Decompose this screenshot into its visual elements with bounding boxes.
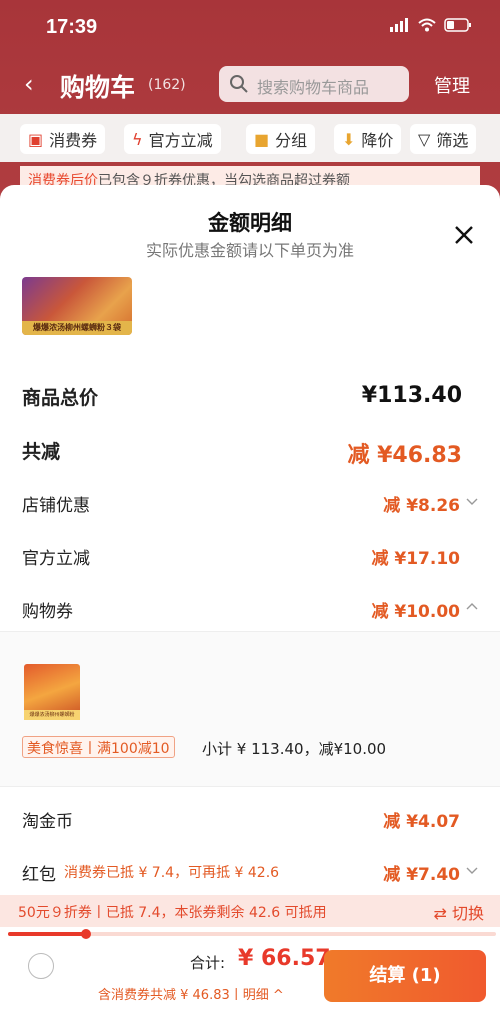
folder-icon: ■ bbox=[254, 129, 270, 149]
chevron-up-icon[interactable] bbox=[466, 601, 478, 613]
sheet-subtitle: 实际优惠金额请以下单页为准 bbox=[145, 241, 354, 260]
coupon-progress bbox=[8, 929, 496, 939]
filter-price-drop[interactable]: ⬇ 降价 bbox=[334, 124, 402, 154]
coupon-tag: 美食惊喜丨满100减10 bbox=[22, 736, 175, 758]
wifi-icon bbox=[418, 18, 436, 32]
filter-icon: ▽ bbox=[418, 129, 431, 149]
row-label: 店铺优惠 bbox=[22, 496, 90, 516]
filter-label: 官方立减 bbox=[148, 131, 213, 150]
search-input[interactable]: 搜索购物车商品 bbox=[219, 66, 409, 102]
sum-value: ¥ 66.57 bbox=[238, 946, 331, 971]
row-label: 官方立减 bbox=[22, 549, 90, 569]
price-down-icon: ⬇ bbox=[342, 129, 356, 149]
bottom-bar: 合计: ¥ 66.57 含消费券共减 ¥ 46.83丨明细 ^ 结算 (1) bbox=[0, 940, 500, 1012]
filter-filter[interactable]: ▽ 筛选 bbox=[410, 124, 477, 154]
row-label: 淘金币 bbox=[22, 812, 73, 832]
sheet-title: 金额明细 bbox=[208, 211, 292, 235]
filter-label: 降价 bbox=[361, 131, 394, 150]
signal-icon bbox=[390, 18, 408, 32]
battery-icon bbox=[444, 18, 471, 32]
coupon-icon: ▣ bbox=[28, 129, 44, 149]
product-thumbnail: 爆爆浓汤柳州螺蛳粉３袋 bbox=[22, 277, 132, 335]
amount-detail-sheet: 金额明细 实际优惠金额请以下单页为准 爆爆浓汤柳州螺蛳粉３袋 商品总价 ¥113… bbox=[0, 185, 500, 1012]
row-value: 减 ¥46.83 bbox=[347, 443, 462, 468]
row-value: 减 ¥7.40 bbox=[383, 865, 460, 885]
row-label: 共减 bbox=[22, 441, 61, 463]
filter-official-discount[interactable]: ϟ 官方立减 bbox=[124, 124, 221, 154]
row-value: 减 ¥8.26 bbox=[383, 496, 460, 516]
switch-button[interactable]: ⇄ 切换 bbox=[434, 900, 485, 924]
row-value: ¥113.40 bbox=[361, 383, 462, 408]
status-bar: 17:39 bbox=[0, 0, 500, 56]
chevron-down-icon[interactable] bbox=[466, 495, 478, 507]
manage-button[interactable]: 管理 bbox=[434, 72, 470, 98]
sum-label: 合计: bbox=[190, 954, 226, 972]
sum-detail-link[interactable]: 含消费券共减 ¥ 46.83丨明细 ^ bbox=[98, 984, 284, 1003]
coupon-detail-panel: 爆爆浓汤柳州螺蛳粉 美食惊喜丨满100减10 小计 ¥ 113.40，减¥10.… bbox=[0, 631, 500, 787]
coupon-subtotal: 小计 ¥ 113.40，减¥10.00 bbox=[202, 740, 387, 758]
filter-bar: ▣ 消费券 ϟ 官方立减 ■ 分组 ⬇ 降价 ▽ 筛选 bbox=[0, 114, 500, 162]
product-caption: 爆爆浓汤柳州螺蛳粉３袋 bbox=[22, 321, 132, 335]
coupon-product-thumbnail: 爆爆浓汤柳州螺蛳粉 bbox=[24, 664, 80, 720]
lightning-icon: ϟ bbox=[132, 129, 143, 149]
row-label: 红包 bbox=[22, 865, 56, 885]
row-label: 商品总价 bbox=[22, 387, 99, 409]
red-packet-note: 消费券已抵 ¥ 7.4，可再抵 ¥ 42.6 bbox=[64, 865, 280, 881]
filter-group[interactable]: ■ 分组 bbox=[246, 124, 316, 154]
close-icon[interactable] bbox=[452, 223, 476, 247]
chevron-down-icon[interactable] bbox=[466, 864, 478, 876]
page-title: 购物车 bbox=[60, 73, 136, 102]
back-button[interactable]: ‹ bbox=[24, 70, 34, 98]
select-all-radio[interactable] bbox=[28, 953, 54, 979]
cart-count: (162) bbox=[148, 77, 186, 93]
filter-label: 消费券 bbox=[49, 131, 98, 150]
filter-coupon[interactable]: ▣ 消费券 bbox=[20, 124, 106, 154]
coupon-banner-text: 50元９折券丨已抵 7.4，本张券剩余 42.6 可抵用 bbox=[18, 905, 327, 921]
coupon-banner: 50元９折券丨已抵 7.4，本张券剩余 42.6 可抵用 ⇄ 切换 bbox=[0, 895, 500, 927]
filter-label: 筛选 bbox=[436, 131, 469, 150]
row-label: 购物券 bbox=[22, 602, 73, 622]
status-icons bbox=[390, 18, 472, 32]
status-time: 17:39 bbox=[46, 16, 98, 38]
checkout-button[interactable]: 结算 (1) bbox=[324, 950, 486, 1002]
row-value: 减 ¥10.00 bbox=[371, 602, 460, 622]
progress-knob bbox=[81, 929, 92, 939]
row-value: 减 ¥17.10 bbox=[371, 549, 460, 569]
coupon-product-caption: 爆爆浓汤柳州螺蛳粉 bbox=[24, 710, 80, 720]
search-placeholder: 搜索购物车商品 bbox=[257, 78, 370, 97]
progress-fill bbox=[8, 932, 87, 936]
nav-bar: ‹ 购物车 (162) 搜索购物车商品 管理 bbox=[0, 62, 500, 106]
filter-label: 分组 bbox=[275, 131, 308, 150]
search-icon bbox=[230, 75, 248, 93]
row-value: 减 ¥4.07 bbox=[383, 812, 460, 832]
